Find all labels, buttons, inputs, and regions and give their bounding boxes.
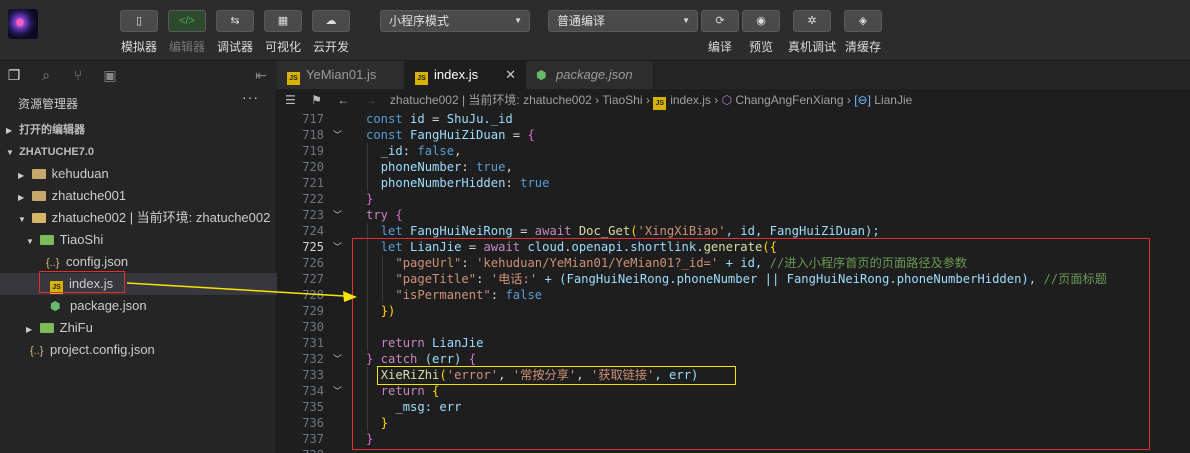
annotation-arrow	[126, 282, 357, 302]
